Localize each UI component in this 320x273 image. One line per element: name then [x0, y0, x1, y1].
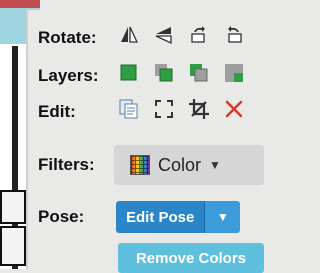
flip-vertical-icon[interactable] [153, 24, 175, 46]
rotate-left-icon[interactable] [188, 24, 210, 46]
pose-label: Pose: [38, 207, 85, 226]
rotate-label: Rotate: [38, 28, 97, 47]
layers-label: Layers: [38, 66, 99, 85]
canvas-window-tile [0, 190, 26, 224]
filters-label: Filters: [38, 155, 95, 174]
duplicate-icon[interactable] [118, 98, 140, 120]
edit-pose-button[interactable]: Edit Pose [116, 201, 205, 233]
toolbar-panel: Rotate: Layers: Edit: Filters: Color ▼ P… [26, 10, 268, 273]
color-grid-icon [130, 155, 150, 175]
chevron-down-icon: ▼ [209, 158, 221, 172]
canvas-window-tile [0, 226, 26, 266]
color-filter-label: Color [158, 154, 202, 175]
rotate-right-icon[interactable] [223, 24, 245, 46]
bring-to-front-icon[interactable] [118, 62, 140, 84]
color-filter-button[interactable]: Color ▼ [114, 145, 264, 185]
fullscreen-icon[interactable] [153, 98, 175, 120]
crop-icon[interactable] [188, 98, 210, 120]
canvas-red-strip [0, 0, 40, 8]
flip-horizontal-icon[interactable] [118, 24, 140, 46]
send-backward-icon[interactable] [188, 62, 210, 84]
pose-button-group: Edit Pose ▼ [116, 201, 241, 233]
bring-forward-icon[interactable] [153, 62, 175, 84]
pose-dropdown-toggle[interactable]: ▼ [204, 201, 241, 233]
caret-down-icon: ▼ [216, 210, 229, 224]
send-to-back-icon[interactable] [223, 62, 245, 84]
edit-label: Edit: [38, 102, 76, 121]
delete-icon[interactable] [223, 98, 245, 120]
